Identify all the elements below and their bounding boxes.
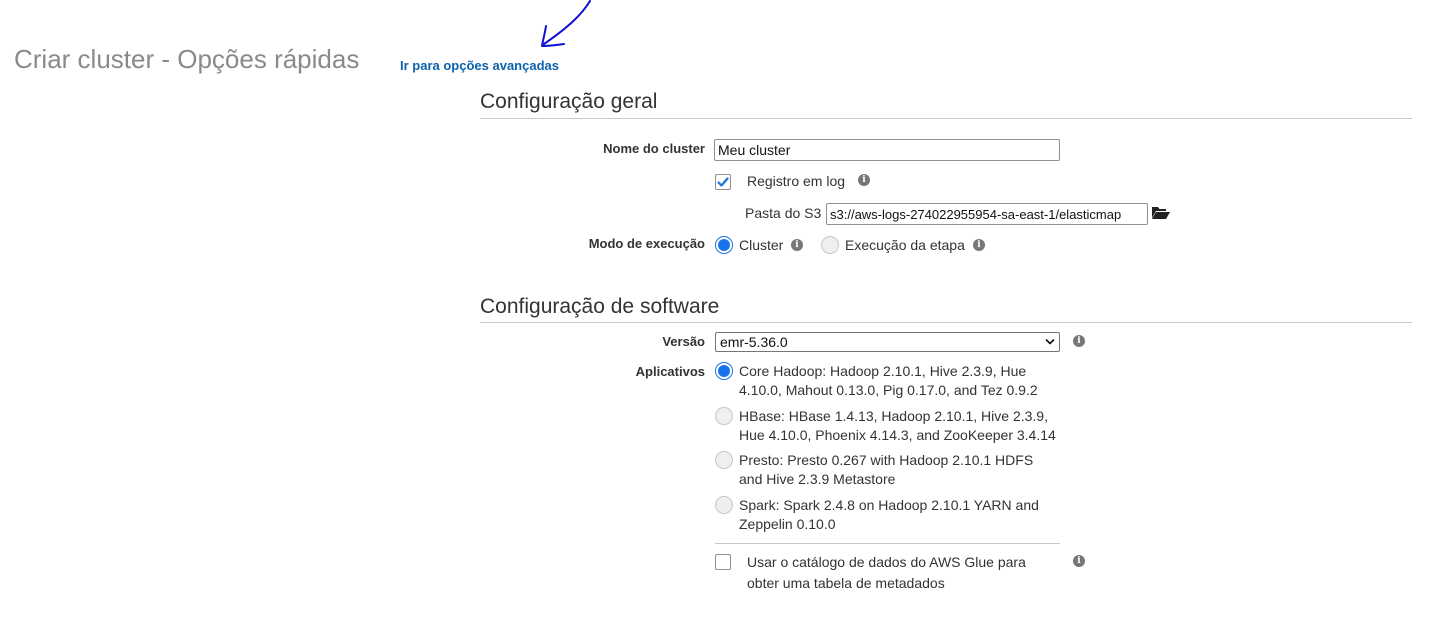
info-icon[interactable]: i	[858, 174, 870, 186]
s3-folder-label: Pasta do S3	[745, 205, 822, 221]
cluster-name-label: Nome do cluster	[603, 141, 705, 156]
app-core-hadoop-label: Core Hadoop: Hadoop 2.10.1, Hive 2.3.9, …	[739, 363, 1038, 398]
app-hbase-radio[interactable]	[715, 407, 733, 425]
general-config-title: Configuração geral	[480, 90, 658, 113]
launch-mode-label: Modo de execução	[588, 236, 705, 251]
checkmark-icon	[717, 177, 729, 187]
app-core-hadoop-radio[interactable]	[715, 362, 733, 380]
page-title: Criar cluster - Opções rápidas	[14, 44, 360, 74]
launch-mode-step-radio[interactable]	[821, 236, 839, 254]
launch-mode-cluster-label: Cluster	[739, 237, 784, 253]
glue-catalog-label: Usar o catálogo de dados do AWS Glue par…	[747, 554, 1026, 591]
info-icon[interactable]: i	[1073, 555, 1085, 567]
glue-divider	[715, 543, 1060, 544]
app-presto-label: Presto: Presto 0.267 with Hadoop 2.10.1 …	[739, 452, 1034, 487]
applications-label: Aplicativos	[635, 364, 705, 379]
app-spark-radio[interactable]	[715, 496, 733, 514]
software-config-divider	[480, 322, 1412, 323]
logging-checkbox[interactable]	[715, 174, 731, 190]
general-config-divider	[480, 118, 1412, 119]
advanced-options-link[interactable]: Ir para opções avançadas	[400, 58, 559, 73]
chevron-down-icon	[1045, 339, 1055, 345]
launch-mode-cluster-radio[interactable]	[715, 236, 733, 254]
info-icon[interactable]: i	[1073, 335, 1085, 347]
software-config-title: Configuração de software	[480, 295, 720, 318]
app-presto-radio[interactable]	[715, 451, 733, 469]
app-hbase-label: HBase: HBase 1.4.13, Hadoop 2.10.1, Hive…	[739, 408, 1056, 443]
s3-folder-input[interactable]	[826, 203, 1148, 225]
hand-drawn-arrow-icon	[541, 0, 591, 47]
info-icon[interactable]: i	[791, 239, 803, 251]
app-spark-label: Spark: Spark 2.4.8 on Hadoop 2.10.1 YARN…	[739, 497, 1039, 532]
launch-mode-step-label: Execução da etapa	[845, 237, 965, 253]
cluster-name-input[interactable]	[714, 139, 1060, 161]
version-select[interactable]: emr-5.36.0	[715, 332, 1060, 352]
logging-label: Registro em log	[747, 173, 846, 189]
folder-open-icon[interactable]	[1151, 205, 1171, 220]
info-icon[interactable]: i	[973, 239, 985, 251]
version-select-value: emr-5.36.0	[720, 334, 788, 350]
glue-catalog-checkbox[interactable]	[715, 554, 731, 570]
version-label: Versão	[662, 334, 705, 349]
